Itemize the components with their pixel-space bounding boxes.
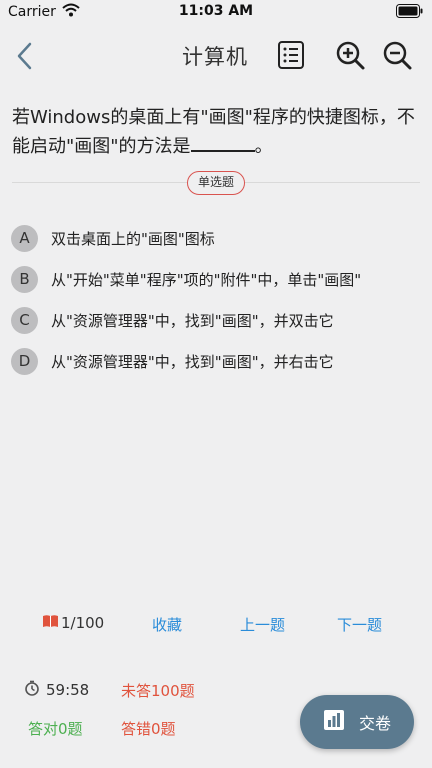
options-list: A 双击桌面上的"画图"图标 B 从"开始"菜单"程序"项的"附件"中，单击"画…	[11, 218, 421, 382]
next-question-button[interactable]: 下一题	[337, 614, 382, 635]
option-b[interactable]: B 从"开始"菜单"程序"项的"附件"中，单击"画图"	[11, 259, 421, 300]
question-type-badge: 单选题	[187, 171, 245, 195]
option-text: 从"资源管理器"中，找到"画图"，并双击它	[51, 312, 334, 330]
option-d[interactable]: D 从"资源管理器"中，找到"画图"，并右击它	[11, 341, 421, 382]
zoom-in-icon	[336, 41, 365, 70]
favorite-button[interactable]: 收藏	[152, 614, 182, 635]
chevron-left-icon	[17, 42, 32, 70]
page-title: 计算机	[182, 45, 248, 69]
answer-blank	[190, 132, 255, 152]
option-letter: C	[11, 307, 38, 334]
question-nav-row: 1/100 收藏 上一题 下一题	[0, 614, 432, 638]
progress-counter: 1/100	[42, 614, 104, 632]
back-button[interactable]	[10, 38, 42, 74]
option-text: 双击桌面上的"画图"图标	[51, 230, 215, 248]
option-text: 从"资源管理器"中，找到"画图"，并右击它	[51, 353, 334, 371]
zoom-out-button[interactable]	[380, 38, 414, 72]
timer-text: 59:58	[46, 681, 90, 699]
option-a[interactable]: A 双击桌面上的"画图"图标	[11, 218, 421, 259]
option-c[interactable]: C 从"资源管理器"中，找到"画图"，并双击它	[11, 300, 421, 341]
wrong-count: 答错0题	[121, 720, 176, 738]
submit-exam-button[interactable]: 交卷	[300, 695, 414, 749]
question-text: 若Windows的桌面上有"画图"程序的快捷图标，不能启动"画图"的方法是。	[12, 104, 422, 161]
status-bar: Carrier 11:03 AM	[0, 0, 432, 24]
prev-question-button[interactable]: 上一题	[240, 614, 285, 635]
battery-icon	[396, 4, 424, 22]
book-icon	[42, 614, 59, 632]
status-time: 11:03 AM	[178, 3, 254, 19]
option-letter: B	[11, 266, 38, 293]
unanswered-count: 未答100题	[121, 682, 195, 700]
stopwatch-icon	[24, 680, 40, 700]
option-letter: D	[11, 348, 38, 375]
option-text: 从"开始"菜单"程序"项的"附件"中，单击"画图"	[51, 271, 362, 289]
question-end: 。	[254, 136, 273, 157]
list-icon	[278, 41, 304, 69]
stats-panel: 59:58 未答100题 答对0题 答错0题	[0, 680, 300, 750]
question-list-button[interactable]	[274, 38, 308, 72]
submit-label: 交卷	[358, 714, 391, 733]
timer: 59:58	[24, 680, 89, 700]
progress-text: 1/100	[61, 614, 105, 632]
option-letter: A	[11, 225, 38, 252]
correct-count: 答对0题	[28, 720, 83, 738]
bar-chart-icon	[323, 709, 345, 735]
navigation-bar: 计算机	[0, 24, 432, 88]
zoom-out-icon	[383, 41, 412, 70]
zoom-in-button[interactable]	[333, 38, 367, 72]
